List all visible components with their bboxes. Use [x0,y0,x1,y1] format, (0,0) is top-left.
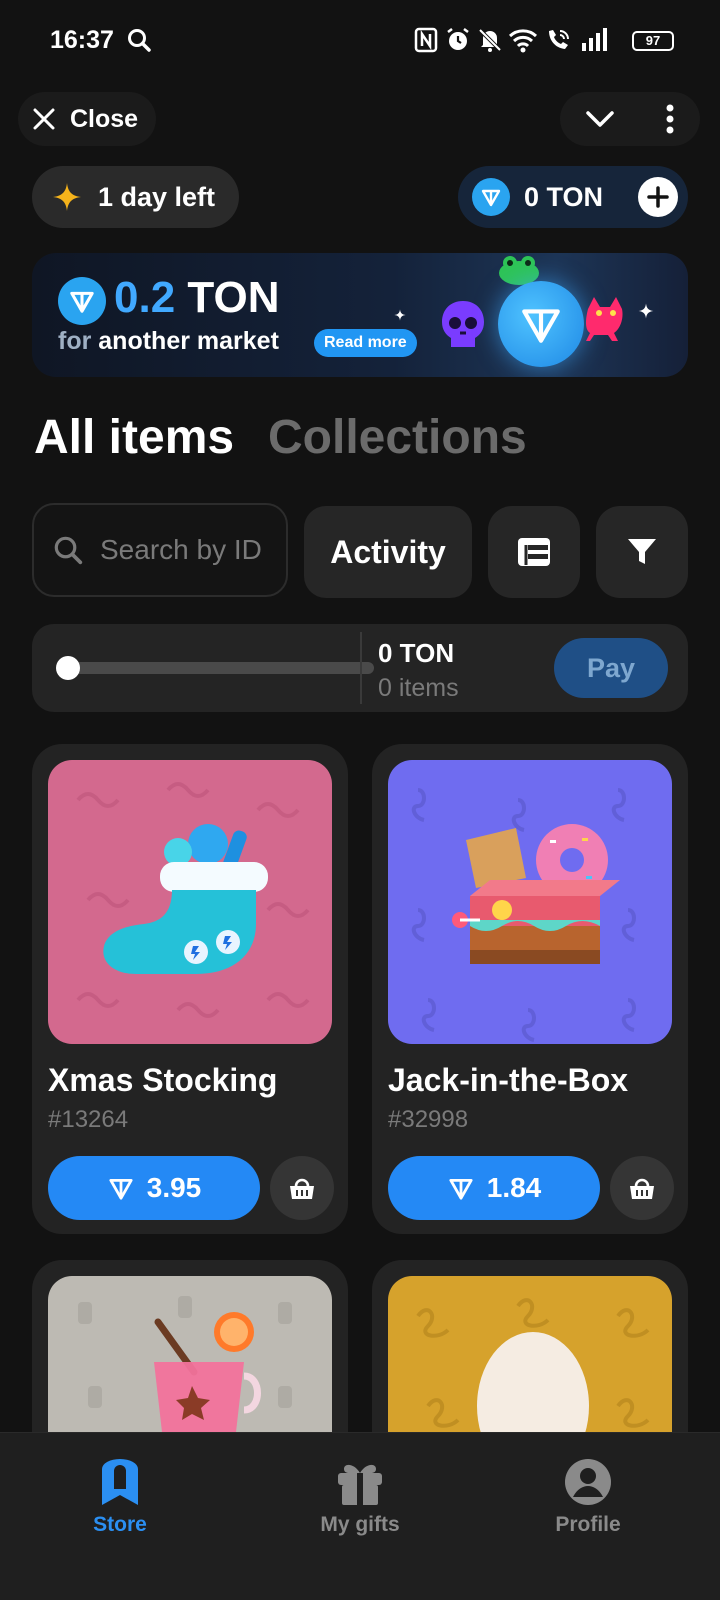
mulled-wine-icon [154,1312,261,1432]
item-card[interactable]: Xmas Stocking #13264 3.95 [32,744,348,1234]
item-number: #13264 [48,1106,129,1133]
item-price: 1.84 [486,1172,542,1203]
close-button[interactable]: Close [18,92,157,146]
mute-icon [478,28,502,52]
wifi-icon [508,29,538,53]
more-menu-icon[interactable] [665,104,675,134]
subscription-days-badge[interactable]: 1 day left [32,166,240,228]
quantity-slider-handle[interactable] [56,656,80,680]
battery-indicator: 97 [632,31,674,51]
view-toggle-button[interactable] [488,506,580,598]
selection-total: 0 TON [378,638,455,668]
basket-icon [290,1178,314,1199]
tab-all-items[interactable]: All items [34,410,234,465]
promo-banner[interactable]: 0.2 TON for another market Read more [32,253,688,377]
table-view-icon [518,538,550,566]
nav-store[interactable]: Store [40,1457,200,1537]
item-name: Jack-in-the-Box [388,1062,629,1098]
signal-icon [582,28,607,51]
pay-button[interactable]: Pay [554,638,668,698]
search-status-icon [128,29,151,52]
nfc-icon [414,27,438,53]
search-box[interactable] [32,503,288,597]
jack-in-the-box-icon [452,824,620,964]
item-image [48,760,332,1044]
store-icon [102,1459,138,1505]
sparkle-icon [53,183,81,211]
status-time: 16:37 [50,26,114,54]
gift-icon [338,1464,382,1505]
status-bar: 16:37 97 [0,0,720,84]
activity-button[interactable]: Activity [304,506,472,598]
item-card[interactable]: Jack-in-the-Box #32998 1.84 [372,744,688,1234]
banner-ton-icon [58,277,106,325]
search-input[interactable] [100,534,270,566]
divider [360,632,362,704]
days-left-text: 1 day left [98,181,216,212]
sparkle-deco-icon [394,309,406,321]
profile-icon [565,1459,611,1505]
banner-amount: 0.2 TON [114,273,280,323]
bulk-buy-bar: 0 TON 0 items Pay [32,624,688,712]
search-icon [54,536,83,565]
read-more-button[interactable]: Read more [314,329,417,357]
nav-my-gifts[interactable]: My gifts [280,1457,440,1537]
wifi-call-icon [549,30,569,49]
item-price: 3.95 [146,1172,202,1203]
ton-icon [449,1178,473,1200]
banner-ton-logo-icon [498,281,584,367]
nav-profile-label: Profile [555,1513,621,1536]
banner-subtitle: for another market [58,327,279,356]
buy-button[interactable]: 1.84 [388,1156,600,1220]
bottom-navigation: Store My gifts Profile [0,1432,720,1600]
banner-amount-unit: TON [187,273,280,322]
chevron-down-icon[interactable] [585,109,615,129]
plus-icon [647,186,669,208]
close-icon [33,108,55,130]
selection-count: 0 items [378,674,459,702]
sparkle-deco-icon [638,303,654,319]
nav-my-gifts-label: My gifts [320,1513,400,1536]
filter-icon [628,539,656,564]
ton-icon [109,1178,133,1200]
item-number: #32998 [388,1106,469,1133]
alarm-icon [447,28,469,50]
buy-button[interactable]: 3.95 [48,1156,260,1220]
close-label: Close [70,104,139,133]
basket-icon [630,1178,654,1199]
banner-sub-text: another market [98,327,279,355]
balance-text: 0 TON [524,181,604,212]
add-to-basket-button[interactable] [270,1156,334,1220]
header-actions [560,92,700,146]
skull-icon [442,301,484,347]
ton-coin-icon [472,178,510,216]
banner-amount-value: 0.2 [114,273,176,322]
stocking-icon [103,824,268,974]
top-up-button[interactable] [638,177,678,217]
banner-sub-prefix: for [58,327,92,355]
add-to-basket-button[interactable] [610,1156,674,1220]
nav-profile[interactable]: Profile [508,1457,668,1537]
cat-icon [586,297,623,341]
item-image [388,760,672,1044]
frog-icon [499,256,539,285]
item-name: Xmas Stocking [48,1062,278,1098]
filter-button[interactable] [596,506,688,598]
quantity-slider-track[interactable] [68,662,374,674]
ton-balance-pill[interactable]: 0 TON [458,166,688,228]
tab-collections[interactable]: Collections [268,410,527,465]
nav-store-label: Store [93,1513,147,1536]
